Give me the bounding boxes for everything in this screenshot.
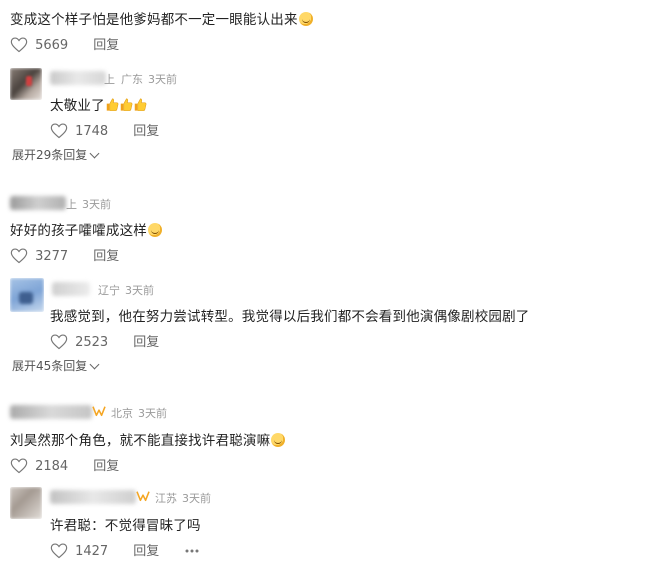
username-blurred[interactable] xyxy=(52,282,90,296)
like-button[interactable]: 5669 xyxy=(10,34,73,53)
comment-text-content: 我感觉到，他在努力尝试转型。我觉得以后我们都不会看到他演偶像剧校园剧了 xyxy=(50,309,530,325)
like-count: 2184 xyxy=(35,459,69,474)
comment-text-content: 刘昊然那个角色，就不能直接找许君聪演嘛 xyxy=(10,433,271,449)
comment-text: 好好的孩子嚯嚯成这样 xyxy=(10,219,162,239)
heart-icon xyxy=(50,543,68,559)
comment-text: 许君聪：不觉得冒昧了吗 xyxy=(50,514,201,534)
username-blurred[interactable] xyxy=(50,71,106,85)
heart-icon xyxy=(10,37,28,53)
like-count: 3277 xyxy=(35,249,69,264)
comment-time: 3天前 xyxy=(138,407,167,420)
comment-time: 3天前 xyxy=(148,73,177,86)
comment-text-content: 许君聪：不觉得冒昧了吗 xyxy=(50,518,201,534)
like-count: 2523 xyxy=(75,335,109,350)
comment-item: 上 3天前 好好的孩子嚯嚯成这样 3277 回复 xyxy=(0,188,660,268)
comment-item: 上 广东 3天前 太敬业了 1748 回复 展开29条回复 xyxy=(0,64,660,184)
comment-actions: 2184 回复 xyxy=(10,455,119,474)
heart-icon xyxy=(50,123,68,139)
chevron-down-icon xyxy=(89,359,100,370)
chevron-down-icon xyxy=(89,148,100,159)
comment-location: 江苏 xyxy=(155,492,177,505)
expand-replies-button[interactable]: 展开29条回复 xyxy=(12,146,100,163)
heart-icon xyxy=(10,458,28,474)
username-blurred[interactable] xyxy=(50,490,136,504)
expand-replies-button[interactable]: 展开45条回复 xyxy=(12,357,100,374)
like-button[interactable]: 2184 xyxy=(10,455,73,474)
comment-text: 太敬业了 xyxy=(50,94,147,114)
avatar[interactable] xyxy=(10,278,44,312)
avatar[interactable] xyxy=(10,487,42,519)
reply-button[interactable]: 回复 xyxy=(133,544,159,559)
comment-location: 辽宁 xyxy=(98,284,120,297)
laugh-emoji-icon xyxy=(148,223,162,237)
like-button[interactable]: 1748 xyxy=(50,120,113,139)
thumbs-up-emoji-icon xyxy=(133,97,147,112)
comment-location: 广东 xyxy=(121,73,143,86)
comment-text: 变成这个样子怕是他爹妈都不一定一眼能认出来 xyxy=(10,8,313,28)
reply-button[interactable]: 回复 xyxy=(93,38,119,53)
more-options-icon[interactable] xyxy=(184,548,200,554)
comment-item: 辽宁 3天前 我感觉到，他在努力尝试转型。我觉得以后我们都不会看到他演偶像剧校园… xyxy=(0,274,660,380)
comment-actions: 1427 回复 xyxy=(50,540,200,559)
comment-actions: 5669 回复 xyxy=(10,34,119,53)
username-tail: 上 xyxy=(104,73,115,86)
comment-item: 变成这个样子怕是他爹妈都不一定一眼能认出来 5669 回复 xyxy=(0,0,660,60)
heart-icon xyxy=(50,334,68,350)
comment-time: 3天前 xyxy=(82,198,111,211)
expand-replies-label: 展开45条回复 xyxy=(12,359,88,373)
username-tail: 上 xyxy=(66,198,77,211)
comment-actions: 1748 回复 xyxy=(50,120,159,139)
comment-item: 北京 3天前 刘昊然那个角色，就不能直接找许君聪演嘛 2184 回复 xyxy=(0,398,660,480)
comment-text-content: 变成这个样子怕是他爹妈都不一定一眼能认出来 xyxy=(10,12,298,28)
reply-button[interactable]: 回复 xyxy=(133,124,159,139)
like-button[interactable]: 2523 xyxy=(50,331,113,350)
heart-icon xyxy=(10,248,28,264)
like-count: 1748 xyxy=(75,124,109,139)
vip-badge-icon xyxy=(92,405,106,417)
like-count: 1427 xyxy=(75,544,109,559)
expand-replies-label: 展开29条回复 xyxy=(12,148,88,162)
comment-text: 刘昊然那个角色，就不能直接找许君聪演嘛 xyxy=(10,429,286,449)
comment-time: 3天前 xyxy=(125,284,154,297)
reply-button[interactable]: 回复 xyxy=(93,249,119,264)
username-blurred[interactable] xyxy=(10,196,66,210)
laugh-emoji-icon xyxy=(298,12,313,26)
comment-item: 江苏 3天前 许君聪：不觉得冒昧了吗 1427 回复 xyxy=(0,484,660,566)
reply-button[interactable]: 回复 xyxy=(133,335,159,350)
thumbs-up-emoji-icon xyxy=(105,97,119,112)
reply-button[interactable]: 回复 xyxy=(93,459,119,474)
username-blurred[interactable] xyxy=(10,405,92,419)
vip-badge-icon xyxy=(136,490,150,502)
comment-text: 我感觉到，他在努力尝试转型。我觉得以后我们都不会看到他演偶像剧校园剧了 xyxy=(50,305,530,325)
comment-text-content: 好好的孩子嚯嚯成这样 xyxy=(10,223,147,239)
avatar[interactable] xyxy=(10,68,42,100)
laugh-emoji-icon xyxy=(271,433,286,447)
comment-location: 北京 xyxy=(111,407,133,420)
thumbs-up-emoji-icon xyxy=(119,97,133,112)
comment-time: 3天前 xyxy=(182,492,211,505)
comment-actions: 2523 回复 xyxy=(50,331,159,350)
comment-actions: 3277 回复 xyxy=(10,245,119,264)
like-button[interactable]: 3277 xyxy=(10,245,73,264)
comment-text-content: 太敬业了 xyxy=(50,98,105,114)
like-count: 5669 xyxy=(35,38,69,53)
like-button[interactable]: 1427 xyxy=(50,540,113,559)
